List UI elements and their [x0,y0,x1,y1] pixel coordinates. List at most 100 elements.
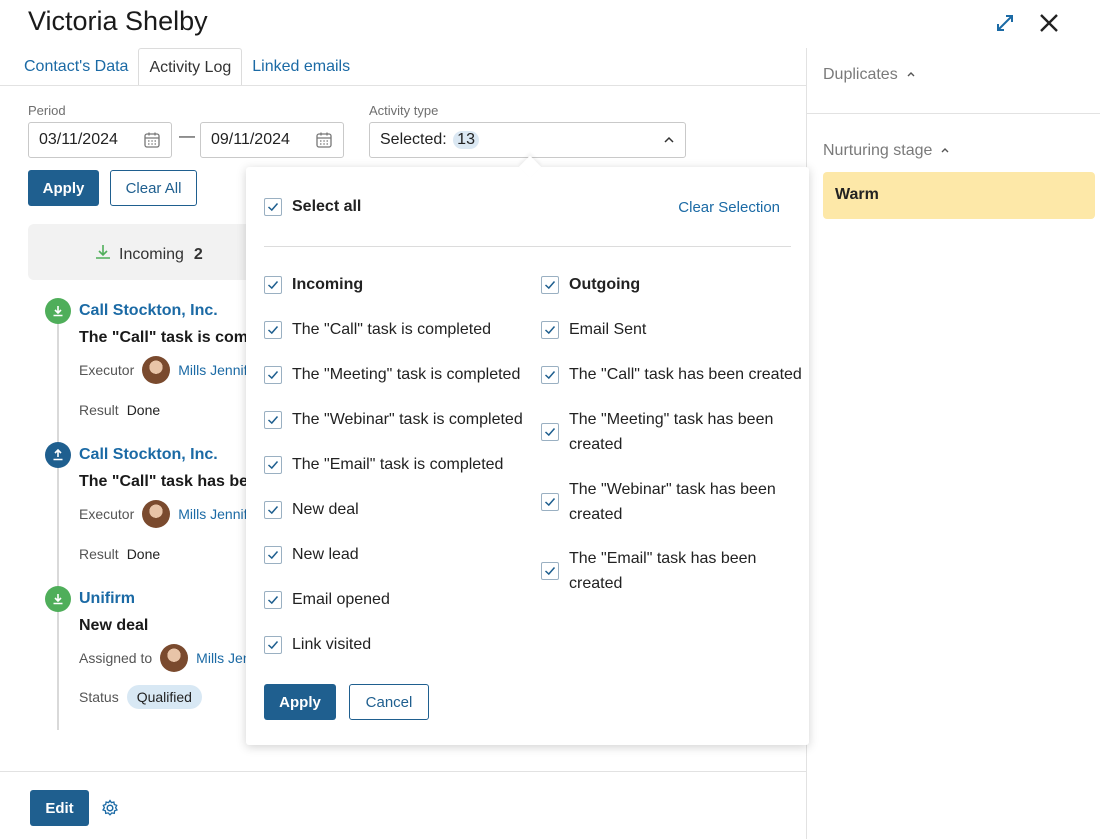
option-label: The "Email" task has been created [569,550,757,592]
clear-all-button[interactable]: Clear All [110,170,197,206]
date-from-field[interactable]: 03/11/2024 [28,122,172,158]
date-to-value: 09/11/2024 [211,131,290,148]
nurturing-header[interactable]: Nurturing stage [823,142,950,160]
chevron-up-icon [940,142,950,160]
result-label: Result [79,402,119,418]
checkbox-checked-icon[interactable] [264,366,282,384]
tabs-divider [0,85,806,86]
tab-activity-log[interactable]: Activity Log [138,48,243,86]
checkbox-checked-icon[interactable] [264,636,282,654]
option-label: Email opened [292,591,390,608]
outgoing-option[interactable]: The "Email" task has been created [541,546,781,596]
incoming-label: Incoming [119,245,184,263]
incoming-option[interactable]: New lead [264,546,359,564]
tab-bar: Contact's Data Activity Log Linked email… [14,48,360,86]
duplicates-label: Duplicates [823,66,898,83]
timeline-item-subtitle: The "Call" task has been created [79,473,249,490]
checkbox-checked-icon[interactable] [264,411,282,429]
checkbox-checked-icon[interactable] [264,591,282,609]
person-link[interactable]: Mills Jennifer [196,650,253,666]
apply-filter-button[interactable]: Apply [28,170,99,206]
calendar-icon[interactable] [315,131,333,154]
incoming-count: 2 [193,245,203,263]
checkbox-checked-icon[interactable] [541,562,559,580]
contact-title: Victoria Shelby [28,6,208,36]
selected-prefix: Selected: [380,131,447,148]
person-link[interactable]: Mills Jennifer [178,506,253,522]
timeline-item-executor: Executor Mills Jennifer [79,356,253,384]
tab-linked-emails[interactable]: Linked emails [242,48,360,86]
checkbox-checked-icon[interactable] [541,321,559,339]
checkbox-checked-icon[interactable] [541,493,559,511]
person-link-wrap: Mills Jennifer [196,650,253,666]
timeline-line [57,320,59,730]
clear-selection-link[interactable]: Clear Selection [678,199,780,216]
person-link[interactable]: Mills Jennifer [178,362,253,378]
checkbox-checked-icon[interactable] [264,321,282,339]
outgoing-group-option[interactable]: Outgoing [541,276,640,294]
chevron-up-icon [663,133,675,151]
incoming-option[interactable]: The "Call" task is completed [264,321,491,339]
timeline-item-title[interactable]: Call Stockton, Inc. [79,446,218,464]
window-controls [992,10,1062,36]
select-all-option[interactable]: Select all [264,198,361,216]
expand-icon[interactable] [992,10,1018,36]
result-value: Done [126,402,161,418]
incoming-option[interactable]: Link visited [264,636,371,654]
option-label: The "Call" task has been created [569,366,802,383]
calendar-icon[interactable] [143,131,161,154]
timeline-item-title[interactable]: Unifirm [79,590,135,608]
outgoing-option[interactable]: The "Webinar" task has been created [541,477,781,527]
selected-count: 13 [453,131,479,149]
incoming-group-option[interactable]: Incoming [264,276,363,294]
date-from-value: 03/11/2024 [39,131,118,148]
edit-button[interactable]: Edit [30,790,89,826]
dropdown-cancel-button[interactable]: Cancel [349,684,429,720]
date-separator: — [179,128,195,145]
outgoing-group-label: Outgoing [569,276,641,293]
checkbox-checked-icon[interactable] [264,501,282,519]
checkbox-checked-icon[interactable] [541,423,559,441]
checkbox-checked-icon[interactable] [264,546,282,564]
incoming-icon [45,586,71,612]
status-label: Status [79,689,119,705]
avatar [142,356,171,384]
close-icon[interactable] [1036,10,1062,36]
outgoing-option[interactable]: The "Call" task has been created [541,366,802,384]
outgoing-option[interactable]: Email Sent [541,321,646,339]
option-label: The "Call" task is completed [292,321,491,338]
checkbox-checked-icon[interactable] [264,276,282,294]
incoming-arrow-icon [95,244,111,265]
tab-contacts-data[interactable]: Contact's Data [14,48,138,86]
incoming-option[interactable]: Email opened [264,591,390,609]
checkbox-checked-icon[interactable] [541,276,559,294]
sidebar-separator [807,113,1100,114]
timeline-item-result: Result Done [79,546,160,562]
incoming-option[interactable]: The "Webinar" task is completed [264,411,523,429]
duplicates-header[interactable]: Duplicates [823,66,916,84]
checkbox-checked-icon[interactable] [264,456,282,474]
outgoing-icon [45,442,71,468]
timeline-item-title[interactable]: Call Stockton, Inc. [79,302,218,320]
date-to-field[interactable]: 09/11/2024 [200,122,344,158]
timeline-item-subtitle: The "Call" task is completed [79,329,249,346]
outgoing-option[interactable]: The "Meeting" task has been created [541,407,781,457]
timeline-item-subtitle: New deal [79,617,149,634]
option-label: New lead [292,546,359,563]
option-label: The "Meeting" task is completed [292,366,521,383]
avatar [142,500,171,528]
person-link-wrap: Mills Jennifer [178,362,253,378]
checkbox-checked-icon[interactable] [264,198,282,216]
activity-type-label: Activity type [369,103,439,118]
incoming-option[interactable]: The "Meeting" task is completed [264,366,520,384]
option-label: Email Sent [569,321,647,338]
activity-type-select[interactable]: Selected: 13 [369,122,686,158]
footer-divider [0,771,806,772]
incoming-option[interactable]: New deal [264,501,359,519]
gear-icon[interactable] [97,795,123,821]
option-label: The "Meeting" task has been created [569,411,774,453]
checkbox-checked-icon[interactable] [541,366,559,384]
incoming-option[interactable]: The "Email" task is completed [264,456,503,474]
dropdown-apply-button[interactable]: Apply [264,684,336,720]
timeline-item-status: Status Qualified [79,685,202,709]
